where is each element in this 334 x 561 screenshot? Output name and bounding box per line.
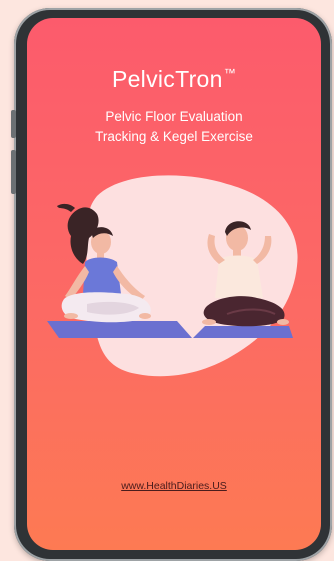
website-link[interactable]: www.HealthDiaries.US: [27, 480, 321, 492]
left-yoga-mat: [47, 321, 192, 338]
phone-volume-button: [11, 150, 16, 194]
app-title: PelvicTron™: [111, 66, 237, 92]
subtitle-line-2: Tracking & Kegel Exercise: [95, 129, 253, 144]
right-yoga-mat: [193, 326, 293, 338]
app-subtitle: Pelvic Floor Evaluation Tracking & Kegel…: [27, 107, 321, 147]
subtitle-line-1: Pelvic Floor Evaluation: [105, 109, 243, 124]
phone-side-button: [11, 110, 16, 138]
trademark-symbol: ™: [223, 66, 237, 80]
splash-screen: PelvicTron™ Pelvic Floor Evaluation Trac…: [27, 18, 321, 550]
meditation-illustration: [47, 175, 298, 377]
